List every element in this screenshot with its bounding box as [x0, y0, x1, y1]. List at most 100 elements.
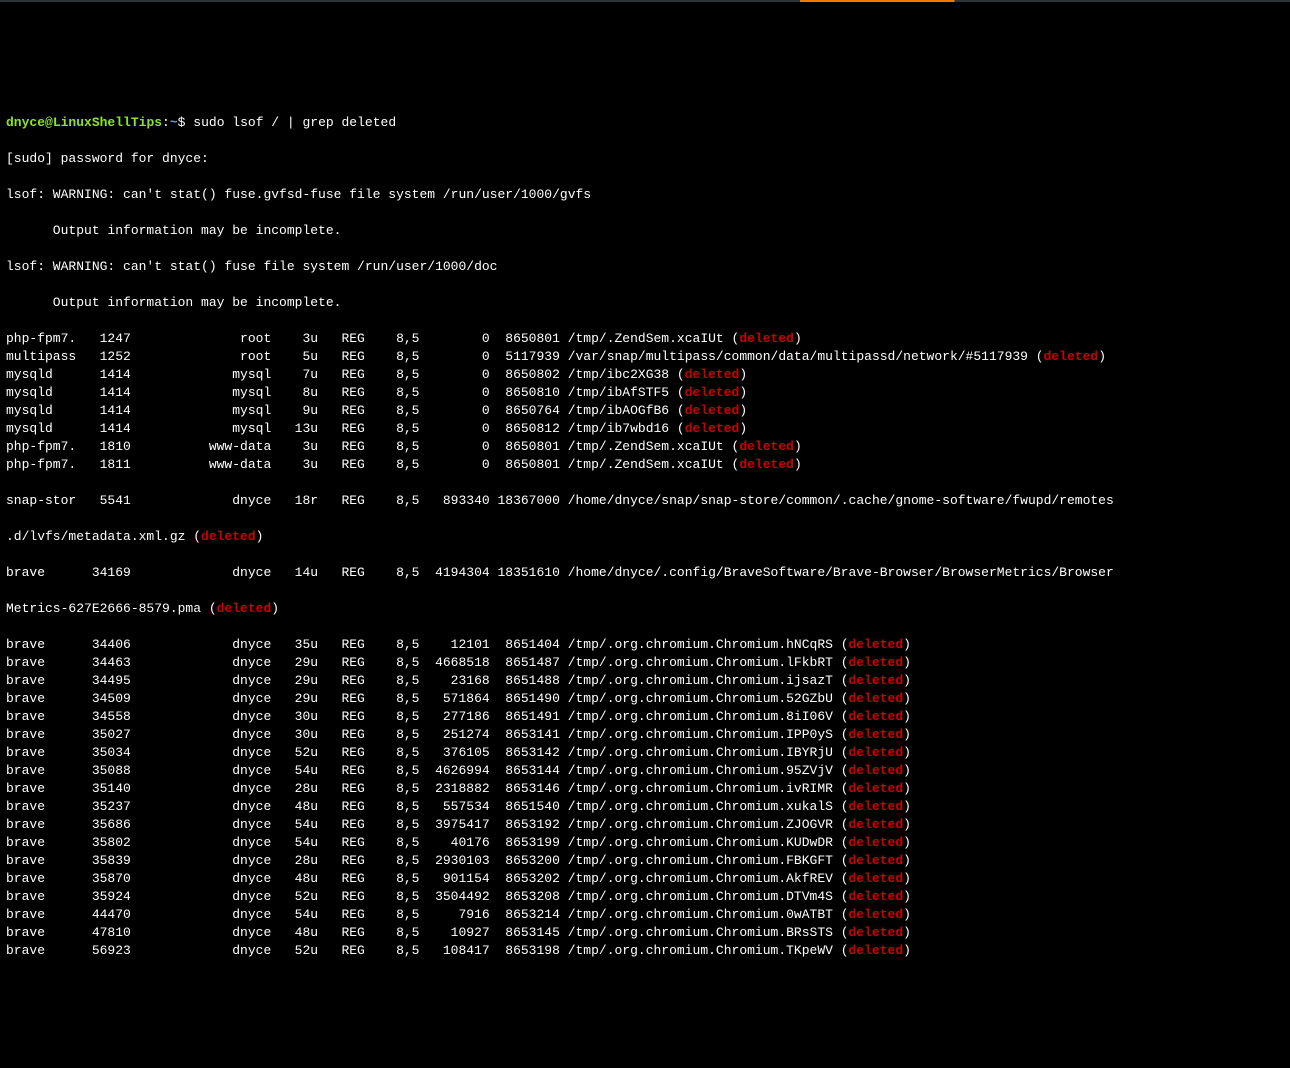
lsof-row: mysqld 1414 mysql 8u REG 8,5 0 8650810 /…: [6, 384, 1284, 402]
lsof-row-wrap: .d/lvfs/metadata.xml.gz (deleted): [6, 528, 1284, 546]
lsof-row-text: mysqld 1414 mysql 9u REG 8,5 0 8650764 /…: [6, 403, 685, 418]
warning-line: Output information may be incomplete.: [6, 294, 1284, 312]
deleted-tag: deleted: [685, 367, 740, 382]
lsof-row-text: brave 35140 dnyce 28u REG 8,5 2318882 86…: [6, 781, 849, 796]
lsof-row-text: brave 34558 dnyce 30u REG 8,5 277186 865…: [6, 709, 849, 724]
deleted-tag: deleted: [849, 943, 904, 958]
command-text: sudo lsof / | grep deleted: [185, 115, 396, 130]
lsof-row: php-fpm7. 1247 root 3u REG 8,5 0 8650801…: [6, 330, 1284, 348]
deleted-tag: deleted: [739, 439, 794, 454]
lsof-row: mysqld 1414 mysql 9u REG 8,5 0 8650764 /…: [6, 402, 1284, 420]
warning-line: lsof: WARNING: can't stat() fuse.gvfsd-f…: [6, 186, 1284, 204]
lsof-row: brave 34509 dnyce 29u REG 8,5 571864 865…: [6, 690, 1284, 708]
deleted-tag: deleted: [849, 835, 904, 850]
lsof-row-text: brave 35686 dnyce 54u REG 8,5 3975417 86…: [6, 817, 849, 832]
lsof-row: brave 35686 dnyce 54u REG 8,5 3975417 86…: [6, 816, 1284, 834]
deleted-tag: deleted: [849, 745, 904, 760]
prompt-cwd: ~: [170, 115, 178, 130]
deleted-tag: deleted: [849, 907, 904, 922]
lsof-row: brave 34558 dnyce 30u REG 8,5 277186 865…: [6, 708, 1284, 726]
lsof-row: brave 44470 dnyce 54u REG 8,5 7916 86532…: [6, 906, 1284, 924]
warning-line: lsof: WARNING: can't stat() fuse file sy…: [6, 258, 1284, 276]
lsof-row-text: brave 35034 dnyce 52u REG 8,5 376105 865…: [6, 745, 849, 760]
lsof-row-text: brave 35870 dnyce 48u REG 8,5 901154 865…: [6, 871, 849, 886]
lsof-row-text: brave 35802 dnyce 54u REG 8,5 40176 8653…: [6, 835, 849, 850]
lsof-row: brave 35839 dnyce 28u REG 8,5 2930103 86…: [6, 852, 1284, 870]
lsof-row-text: brave 44470 dnyce 54u REG 8,5 7916 86532…: [6, 907, 849, 922]
lsof-row-text: brave 34463 dnyce 29u REG 8,5 4668518 86…: [6, 655, 849, 670]
lsof-row: brave 56923 dnyce 52u REG 8,5 108417 865…: [6, 942, 1284, 960]
deleted-tag: deleted: [849, 781, 904, 796]
lsof-row: brave 34495 dnyce 29u REG 8,5 23168 8651…: [6, 672, 1284, 690]
prompt-colon: :: [162, 115, 170, 130]
lsof-row-text: brave 56923 dnyce 52u REG 8,5 108417 865…: [6, 943, 849, 958]
lsof-row: brave 47810 dnyce 48u REG 8,5 10927 8653…: [6, 924, 1284, 942]
lsof-row: brave 34463 dnyce 29u REG 8,5 4668518 86…: [6, 654, 1284, 672]
warning-line: Output information may be incomplete.: [6, 222, 1284, 240]
lsof-row-text: mysqld 1414 mysql 13u REG 8,5 0 8650812 …: [6, 421, 685, 436]
lsof-row-text: php-fpm7. 1810 www-data 3u REG 8,5 0 865…: [6, 439, 739, 454]
lsof-row-text: brave 35839 dnyce 28u REG 8,5 2930103 86…: [6, 853, 849, 868]
deleted-tag: deleted: [849, 709, 904, 724]
lsof-row-text: mysqld 1414 mysql 8u REG 8,5 0 8650810 /…: [6, 385, 685, 400]
deleted-tag: deleted: [739, 331, 794, 346]
deleted-tag: deleted: [685, 421, 740, 436]
deleted-tag: deleted: [849, 673, 904, 688]
prompt-line: dnyce@LinuxShellTips:~$ sudo lsof / | gr…: [6, 114, 1284, 132]
deleted-tag: deleted: [849, 853, 904, 868]
deleted-tag: deleted: [849, 925, 904, 940]
lsof-row: mysqld 1414 mysql 13u REG 8,5 0 8650812 …: [6, 420, 1284, 438]
deleted-tag: deleted: [849, 637, 904, 652]
terminal-output[interactable]: dnyce@LinuxShellTips:~$ sudo lsof / | gr…: [6, 96, 1284, 978]
deleted-tag: deleted: [849, 691, 904, 706]
lsof-row: php-fpm7. 1810 www-data 3u REG 8,5 0 865…: [6, 438, 1284, 456]
lsof-row: brave 35802 dnyce 54u REG 8,5 40176 8653…: [6, 834, 1284, 852]
lsof-row-text: php-fpm7. 1811 www-data 3u REG 8,5 0 865…: [6, 457, 739, 472]
lsof-row-text: brave 34406 dnyce 35u REG 8,5 12101 8651…: [6, 637, 849, 652]
lsof-row-text: php-fpm7. 1247 root 3u REG 8,5 0 8650801…: [6, 331, 739, 346]
lsof-row: php-fpm7. 1811 www-data 3u REG 8,5 0 865…: [6, 456, 1284, 474]
deleted-tag: deleted: [849, 889, 904, 904]
deleted-tag: deleted: [685, 385, 740, 400]
lsof-row-wrap: snap-stor 5541 dnyce 18r REG 8,5 893340 …: [6, 492, 1284, 510]
deleted-tag: deleted: [201, 529, 256, 544]
prompt-host: LinuxShellTips: [53, 115, 162, 130]
lsof-rows: php-fpm7. 1247 root 3u REG 8,5 0 8650801…: [6, 330, 1284, 474]
lsof-row-text: brave 34509 dnyce 29u REG 8,5 571864 865…: [6, 691, 849, 706]
prompt-user: dnyce: [6, 115, 45, 130]
lsof-row: mysqld 1414 mysql 7u REG 8,5 0 8650802 /…: [6, 366, 1284, 384]
lsof-rows: brave 34406 dnyce 35u REG 8,5 12101 8651…: [6, 636, 1284, 960]
deleted-tag: deleted: [849, 763, 904, 778]
deleted-tag: deleted: [849, 727, 904, 742]
window-topbar: [0, 0, 1290, 2]
deleted-tag: deleted: [849, 871, 904, 886]
lsof-row: brave 35924 dnyce 52u REG 8,5 3504492 86…: [6, 888, 1284, 906]
lsof-row: brave 35034 dnyce 52u REG 8,5 376105 865…: [6, 744, 1284, 762]
lsof-row: brave 34406 dnyce 35u REG 8,5 12101 8651…: [6, 636, 1284, 654]
lsof-row: multipass 1252 root 5u REG 8,5 0 5117939…: [6, 348, 1284, 366]
deleted-tag: deleted: [849, 817, 904, 832]
lsof-row-text: brave 35088 dnyce 54u REG 8,5 4626994 86…: [6, 763, 849, 778]
sudo-prompt: [sudo] password for dnyce:: [6, 150, 1284, 168]
lsof-row-text: brave 35027 dnyce 30u REG 8,5 251274 865…: [6, 727, 849, 742]
deleted-tag: deleted: [1044, 349, 1099, 364]
lsof-row-text: brave 34495 dnyce 29u REG 8,5 23168 8651…: [6, 673, 849, 688]
lsof-row-text: brave 47810 dnyce 48u REG 8,5 10927 8653…: [6, 925, 849, 940]
lsof-row: brave 35237 dnyce 48u REG 8,5 557534 865…: [6, 798, 1284, 816]
prompt-at: @: [45, 115, 53, 130]
deleted-tag: deleted: [685, 403, 740, 418]
lsof-row-wrap: brave 34169 dnyce 14u REG 8,5 4194304 18…: [6, 564, 1284, 582]
deleted-tag: deleted: [849, 799, 904, 814]
lsof-row-text: brave 35237 dnyce 48u REG 8,5 557534 865…: [6, 799, 849, 814]
deleted-tag: deleted: [739, 457, 794, 472]
lsof-row: brave 35870 dnyce 48u REG 8,5 901154 865…: [6, 870, 1284, 888]
deleted-tag: deleted: [849, 655, 904, 670]
lsof-row-wrap: Metrics-627E2666-8579.pma (deleted): [6, 600, 1284, 618]
lsof-row-text: multipass 1252 root 5u REG 8,5 0 5117939…: [6, 349, 1044, 364]
lsof-row: brave 35088 dnyce 54u REG 8,5 4626994 86…: [6, 762, 1284, 780]
deleted-tag: deleted: [217, 601, 272, 616]
lsof-row: brave 35140 dnyce 28u REG 8,5 2318882 86…: [6, 780, 1284, 798]
lsof-row-text: mysqld 1414 mysql 7u REG 8,5 0 8650802 /…: [6, 367, 685, 382]
lsof-row-text: brave 35924 dnyce 52u REG 8,5 3504492 86…: [6, 889, 849, 904]
lsof-row: brave 35027 dnyce 30u REG 8,5 251274 865…: [6, 726, 1284, 744]
